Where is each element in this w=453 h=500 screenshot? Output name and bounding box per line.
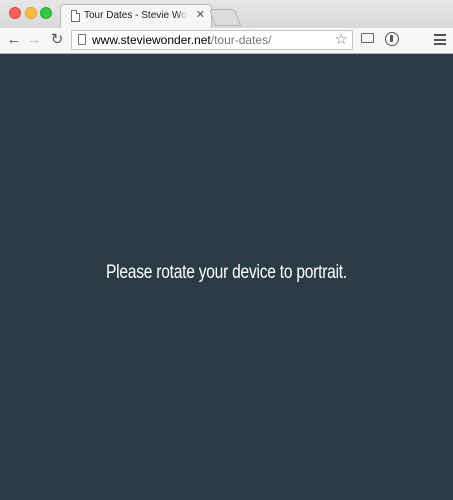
window-close-button[interactable] bbox=[9, 7, 21, 19]
url-text[interactable]: www.steviewonder.net/tour-dates/ bbox=[92, 33, 271, 48]
new-tab-button[interactable] bbox=[208, 9, 242, 26]
tab-title: Tour Dates - Stevie Wonder bbox=[84, 10, 188, 21]
window-minimize-button[interactable] bbox=[25, 7, 37, 19]
window-maximize-button[interactable] bbox=[40, 7, 52, 19]
tab-strip: Tour Dates - Stevie Wonder ✕ bbox=[0, 0, 453, 29]
bookmark-star-icon[interactable]: ☆ bbox=[335, 31, 348, 49]
tab-tour-dates[interactable]: Tour Dates - Stevie Wonder ✕ bbox=[60, 4, 212, 29]
url-path: /tour-dates/ bbox=[210, 33, 272, 47]
document-icon bbox=[71, 10, 80, 22]
cast-icon[interactable] bbox=[361, 33, 374, 43]
tab-close-icon[interactable]: ✕ bbox=[196, 8, 205, 22]
address-bar[interactable]: www.steviewonder.net/tour-dates/ ☆ bbox=[71, 30, 353, 50]
page-info-icon[interactable] bbox=[78, 34, 86, 45]
back-arrow-icon[interactable]: ← bbox=[6, 31, 22, 49]
browser-window: Tour Dates - Stevie Wonder ✕ ← → ↻ www.s… bbox=[0, 0, 453, 500]
browser-toolbar: ← → ↻ www.steviewonder.net/tour-dates/ ☆ bbox=[0, 28, 453, 54]
page-content: Please rotate your device to portrait. bbox=[0, 54, 453, 500]
forward-arrow-icon[interactable]: → bbox=[26, 31, 42, 49]
hamburger-menu-icon[interactable] bbox=[434, 34, 446, 45]
url-host: www.steviewonder.net bbox=[92, 33, 211, 47]
extension-icon[interactable] bbox=[385, 32, 399, 46]
reload-icon[interactable]: ↻ bbox=[49, 31, 65, 49]
rotate-device-message: Please rotate your device to portrait. bbox=[106, 262, 347, 283]
